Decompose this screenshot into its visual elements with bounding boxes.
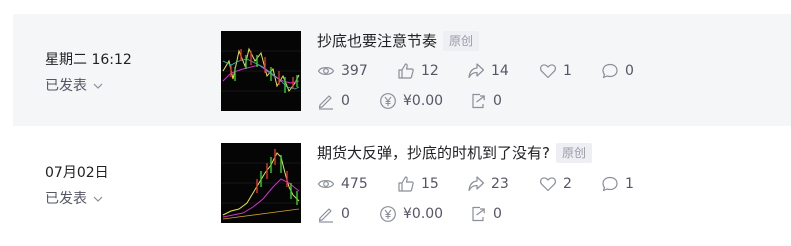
thumbs-up-icon (398, 176, 414, 192)
comments-stat: 1 (601, 175, 641, 193)
article-thumbnail[interactable] (221, 31, 301, 111)
edit-stat[interactable]: 0 (317, 92, 379, 110)
likes-stat: 15 (397, 175, 467, 193)
chevron-down-icon (93, 83, 103, 89)
share-icon (468, 63, 485, 79)
yuan-coin-icon (380, 93, 396, 109)
shares-stat: 23 (467, 175, 539, 193)
thumbnail-image (221, 47, 301, 93)
views-stat: 475 (317, 175, 397, 193)
status-dropdown[interactable]: 已发表 (45, 77, 132, 95)
favorites-count: 2 (563, 176, 572, 192)
article-title[interactable]: 抄底也要注意节奏 (317, 30, 437, 51)
export-stat[interactable]: 0 (469, 205, 509, 223)
pencil-icon (318, 208, 333, 223)
export-stat[interactable]: 0 (469, 92, 509, 110)
article-row: 星期二 16:12 已发表 抄底也要注意节奏 原创 397 12 14 1 0 … (13, 14, 791, 126)
yuan-coin-icon (380, 206, 396, 222)
heart-icon (539, 177, 557, 192)
article-title[interactable]: 期货大反弹，抄底的时机到了没有? (317, 142, 550, 163)
title-line: 抄底也要注意节奏 原创 (317, 30, 480, 51)
income-stat: ¥0.00 (379, 92, 469, 110)
title-line: 期货大反弹，抄底的时机到了没有? 原创 (317, 142, 592, 163)
publish-date: 07月02日 (45, 165, 109, 181)
comment-icon (602, 63, 618, 79)
eye-icon (317, 67, 335, 75)
likes-count: 12 (421, 63, 439, 79)
thumbnail-image (221, 149, 301, 220)
article-thumbnail[interactable] (221, 143, 301, 223)
pencil-icon (318, 95, 333, 110)
stats-row-bottom: 0 ¥0.00 0 (317, 92, 509, 110)
favorites-stat: 1 (539, 62, 601, 80)
date-column: 星期二 16:12 已发表 (45, 51, 132, 95)
thumbs-up-icon (398, 63, 414, 79)
article-row: 07月02日 已发表 期货大反弹，抄底的时机到了没有? 原创 475 15 23… (13, 128, 791, 240)
favorites-count: 1 (563, 63, 572, 79)
comments-stat: 0 (601, 62, 641, 80)
likes-stat: 12 (397, 62, 467, 80)
edit-count: 0 (341, 206, 350, 222)
shares-count: 14 (491, 63, 509, 79)
status-label: 已发表 (45, 78, 87, 94)
original-tag: 原创 (443, 30, 480, 51)
original-tag: 原创 (555, 142, 592, 163)
eye-icon (317, 180, 335, 188)
export-icon (472, 206, 485, 222)
shares-stat: 14 (467, 62, 539, 80)
income-stat: ¥0.00 (379, 205, 469, 223)
date-column: 07月02日 已发表 (45, 164, 109, 208)
comment-icon (602, 176, 618, 192)
publish-date: 星期二 16:12 (45, 52, 132, 68)
views-count: 475 (341, 176, 368, 192)
comments-count: 0 (625, 63, 634, 79)
edit-count: 0 (341, 93, 350, 109)
chevron-down-icon (93, 196, 103, 202)
stats-row-top: 397 12 14 1 0 (317, 62, 641, 80)
views-count: 397 (341, 63, 368, 79)
share-icon (468, 176, 485, 192)
stats-row-top: 475 15 23 2 1 (317, 175, 641, 193)
income-amount: ¥0.00 (403, 206, 444, 222)
likes-count: 15 (421, 176, 439, 192)
comments-count: 1 (625, 176, 634, 192)
export-count: 0 (493, 206, 502, 222)
status-dropdown[interactable]: 已发表 (45, 190, 109, 208)
income-amount: ¥0.00 (403, 93, 444, 109)
heart-icon (539, 64, 557, 79)
favorites-stat: 2 (539, 175, 601, 193)
export-count: 0 (493, 93, 502, 109)
status-label: 已发表 (45, 191, 87, 207)
stats-row-bottom: 0 ¥0.00 0 (317, 205, 509, 223)
shares-count: 23 (491, 176, 509, 192)
edit-stat[interactable]: 0 (317, 205, 379, 223)
views-stat: 397 (317, 62, 397, 80)
export-icon (472, 93, 485, 109)
